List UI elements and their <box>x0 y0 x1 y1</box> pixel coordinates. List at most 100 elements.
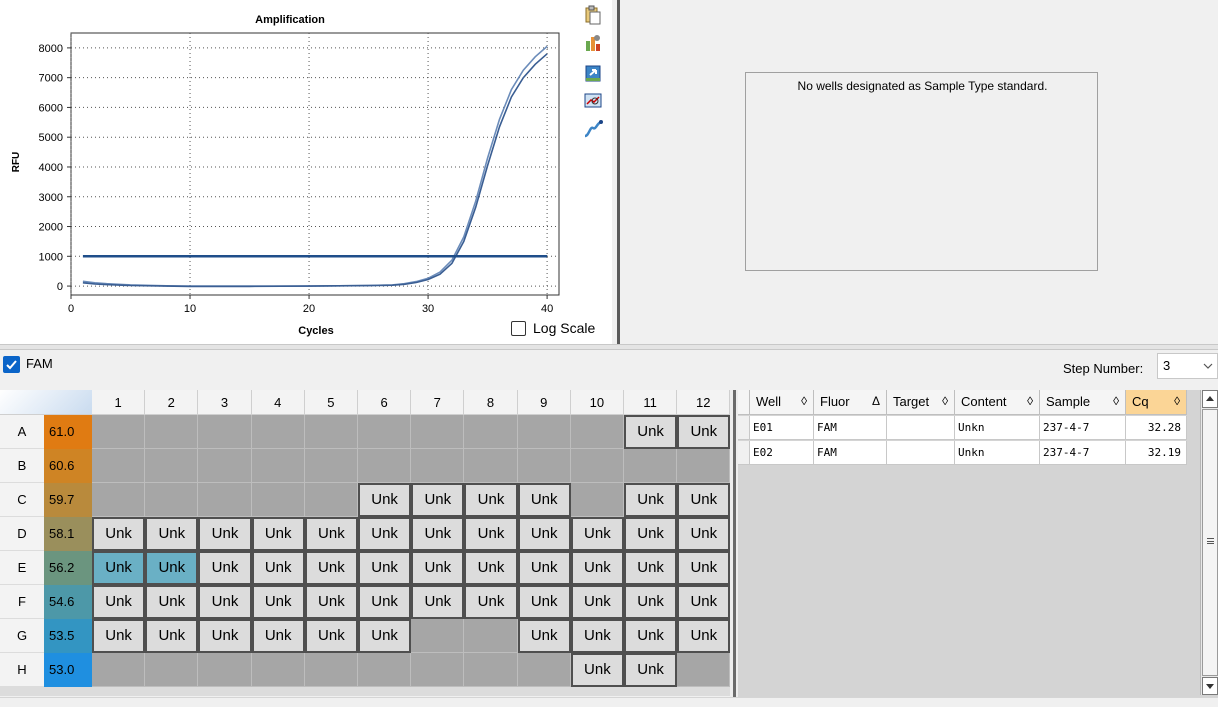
plate-well[interactable]: Unk <box>464 483 518 517</box>
plate-well[interactable]: Unk <box>624 517 678 551</box>
plate-column-header[interactable]: 2 <box>145 390 199 415</box>
plate-well[interactable]: Unk <box>92 585 146 619</box>
plate-well[interactable]: Unk <box>624 619 678 653</box>
plate-row-header[interactable]: F <box>0 585 44 619</box>
sort-icon[interactable]: ◊ <box>1027 394 1033 408</box>
plate-well-empty[interactable] <box>304 483 358 517</box>
plate-well[interactable]: Unk <box>517 551 571 585</box>
plate-well[interactable]: Unk <box>624 551 678 585</box>
log-scale-toggle[interactable]: Log Scale <box>511 318 595 338</box>
plate-well-empty[interactable] <box>145 449 199 483</box>
plate-well-empty[interactable] <box>358 449 412 483</box>
plate-well-empty[interactable] <box>198 653 252 687</box>
table-cell-cq[interactable]: 32.19 <box>1126 441 1187 465</box>
scroll-up-button[interactable] <box>1202 390 1218 408</box>
column-header-fluor[interactable]: Fluor Δ <box>814 390 887 415</box>
column-header-content[interactable]: Content ◊ <box>955 390 1040 415</box>
plate-well-empty[interactable] <box>411 415 465 449</box>
plate-well[interactable]: Unk <box>92 619 146 653</box>
plate-well-empty[interactable] <box>517 449 571 483</box>
plate-well-empty[interactable] <box>411 449 465 483</box>
table-cell-content[interactable]: Unkn <box>955 416 1040 440</box>
plate-well-empty[interactable] <box>251 653 305 687</box>
curve-icon[interactable] <box>582 118 604 140</box>
plate-well[interactable]: Unk <box>624 585 678 619</box>
amplification-curve-2[interactable] <box>82 53 548 288</box>
plate-well[interactable]: Unk <box>411 585 465 619</box>
column-header-cq[interactable]: Cq ◊ <box>1126 390 1187 415</box>
plate-well[interactable]: Unk <box>677 483 731 517</box>
plate-well-empty[interactable] <box>92 415 146 449</box>
plate-row-header[interactable]: H <box>0 653 44 687</box>
plate-well[interactable]: Unk <box>517 585 571 619</box>
scroll-thumb[interactable] <box>1202 409 1218 676</box>
plate-well-empty[interactable] <box>145 415 199 449</box>
plate-well[interactable]: Unk <box>677 619 731 653</box>
plate-column-header[interactable]: 12 <box>677 390 731 415</box>
plate-well[interactable]: Unk <box>145 585 199 619</box>
log-scale-checkbox[interactable] <box>511 320 526 336</box>
plate-well[interactable]: Unk <box>358 551 412 585</box>
plate-well[interactable]: Unk <box>570 619 624 653</box>
amplification-curve-1[interactable] <box>82 45 548 287</box>
plate-well-empty[interactable] <box>517 415 571 449</box>
plate-well[interactable]: Unk <box>570 551 624 585</box>
plate-well[interactable]: Unk <box>304 585 358 619</box>
plate-column-header[interactable]: 8 <box>464 390 518 415</box>
plate-row-header[interactable]: A <box>0 415 44 449</box>
plate-well[interactable]: Unk <box>464 517 518 551</box>
table-cell-sample[interactable]: 237-4-7 <box>1040 416 1126 440</box>
plate-well-empty[interactable] <box>251 483 305 517</box>
plate-well[interactable]: Unk <box>570 653 624 687</box>
vertical-splitter[interactable] <box>612 0 622 344</box>
zoom-icon[interactable] <box>582 90 604 112</box>
row-selector[interactable] <box>738 416 750 440</box>
plate-well[interactable]: Unk <box>464 551 518 585</box>
sort-icon[interactable]: ◊ <box>801 394 807 408</box>
plate-well[interactable]: Unk <box>358 585 412 619</box>
plate-column-header[interactable]: 11 <box>624 390 678 415</box>
plate-well-empty[interactable] <box>92 449 146 483</box>
plate-row-header[interactable]: D <box>0 517 44 551</box>
column-header-sample[interactable]: Sample ◊ <box>1040 390 1126 415</box>
plate-well-empty[interactable] <box>677 449 731 483</box>
plate-well[interactable]: Unk <box>411 517 465 551</box>
plate-well-empty[interactable] <box>464 449 518 483</box>
table-cell-sample[interactable]: 237-4-7 <box>1040 441 1126 465</box>
plate-well-empty[interactable] <box>570 415 624 449</box>
plate-well-empty[interactable] <box>198 483 252 517</box>
plate-well[interactable]: Unk <box>358 517 412 551</box>
plate-well-empty[interactable] <box>464 619 518 653</box>
plate-well[interactable]: Unk <box>358 483 412 517</box>
horizontal-splitter[interactable] <box>0 344 1218 350</box>
plate-column-header[interactable]: 6 <box>358 390 412 415</box>
plate-well[interactable]: Unk <box>304 517 358 551</box>
plate-well-empty[interactable] <box>251 449 305 483</box>
plate-column-header[interactable]: 4 <box>251 390 305 415</box>
plate-well[interactable]: Unk <box>411 483 465 517</box>
plate-column-header[interactable]: 10 <box>570 390 624 415</box>
plate-well[interactable]: Unk <box>411 551 465 585</box>
plate-well[interactable]: Unk <box>92 551 146 585</box>
plate-well[interactable]: Unk <box>517 483 571 517</box>
scroll-down-button[interactable] <box>1202 677 1218 695</box>
table-cell-fluor[interactable]: FAM <box>814 441 887 465</box>
plate-column-header[interactable]: 5 <box>304 390 358 415</box>
plate-well-empty[interactable] <box>570 449 624 483</box>
export-icon[interactable] <box>582 62 604 84</box>
table-cell-target[interactable] <box>887 416 955 440</box>
plate-well-empty[interactable] <box>304 653 358 687</box>
plate-well[interactable]: Unk <box>624 415 678 449</box>
plate-row-header[interactable]: B <box>0 449 44 483</box>
plate-well[interactable]: Unk <box>198 619 252 653</box>
plate-well[interactable]: Unk <box>570 585 624 619</box>
plate-well-empty[interactable] <box>198 415 252 449</box>
plate-well-empty[interactable] <box>358 415 412 449</box>
plate-well[interactable]: Unk <box>677 415 731 449</box>
table-scrollbar[interactable] <box>1200 390 1218 695</box>
copy-icon[interactable] <box>582 4 604 26</box>
sort-icon[interactable]: Δ <box>872 394 880 408</box>
plate-well-empty[interactable] <box>198 449 252 483</box>
plate-well-empty[interactable] <box>411 619 465 653</box>
plate-column-header[interactable]: 3 <box>198 390 252 415</box>
